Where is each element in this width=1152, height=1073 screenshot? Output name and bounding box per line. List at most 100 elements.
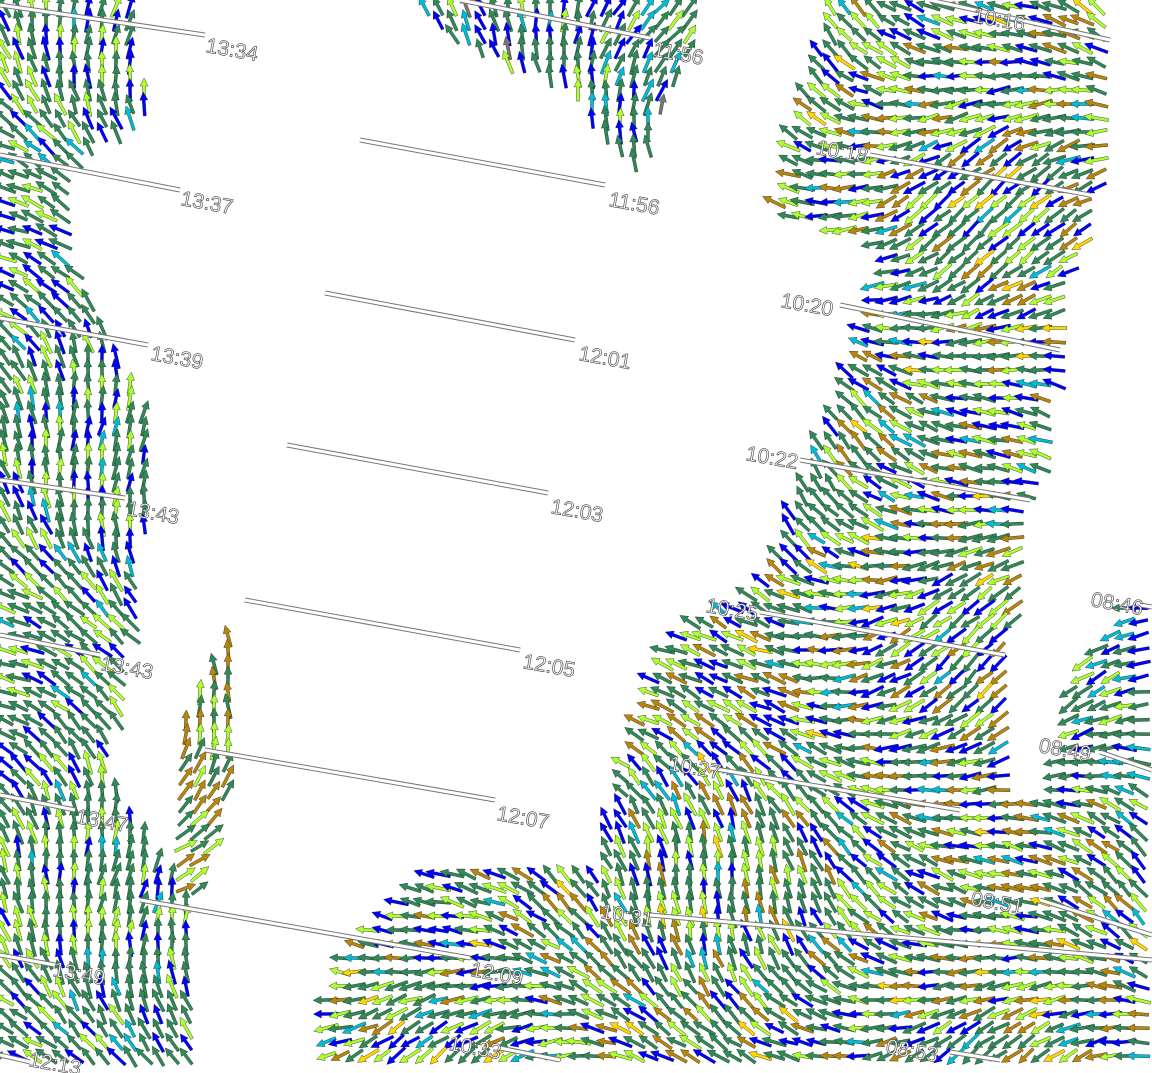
wind-arrow: [642, 134, 654, 158]
wind-arrow: [445, 23, 461, 45]
time-label: 10:22: [744, 442, 800, 474]
wind-arrow: [37, 136, 56, 157]
wind-arrow: [1018, 207, 1035, 224]
wind-arrow: [1126, 1037, 1150, 1046]
wind-arrow: [545, 63, 554, 89]
time-label: 12:01: [577, 342, 633, 374]
time-label: 13:43: [99, 652, 155, 684]
wind-arrow: [1085, 167, 1107, 180]
wind-arrow: [558, 63, 568, 89]
vector-field-canvas: 13:3413:3713:3913:4313:4313:4713:4912:13…: [0, 0, 1152, 1073]
track-line: [324, 291, 576, 342]
wind-arrow: [838, 0, 852, 16]
wind-arrow: [948, 654, 965, 673]
wind-arrow: [1040, 323, 1067, 333]
wind-arrow: [1125, 1051, 1151, 1061]
wind-arrow: [1127, 782, 1150, 799]
wind-arrow: [820, 936, 841, 953]
wind-arrow: [1001, 545, 1024, 558]
wind-arrow: [1002, 573, 1023, 586]
wind-arrow: [809, 39, 824, 58]
wind-arrow: [1041, 337, 1067, 347]
time-label: 08:49: [1037, 734, 1093, 766]
wind-arrow: [10, 359, 27, 382]
wind-arrow: [569, 935, 588, 954]
wind-arrow: [53, 543, 68, 562]
time-label: 12:13: [27, 1048, 83, 1073]
wind-vector-map: 13:34 13:37 13:39 13:43 13:43 13:47 13:49 12:13…: [0, 0, 1152, 1073]
time-label: 13:43: [125, 497, 181, 529]
wind-arrow: [1126, 1023, 1150, 1033]
track-line: [359, 138, 606, 187]
wind-arrow: [418, 0, 431, 17]
wind-arrow: [654, 740, 671, 757]
track-line: [286, 443, 549, 495]
wind-arrow: [836, 26, 853, 43]
wind-arrow: [1126, 1009, 1149, 1019]
wind-arrow: [139, 91, 149, 117]
wind-arrow: [11, 528, 26, 549]
wind-arrow: [1042, 351, 1066, 361]
time-label: 13:39: [149, 342, 205, 374]
wind-arrow: [1000, 519, 1024, 529]
wind-arrow: [1125, 729, 1150, 739]
wind-arrow: [836, 12, 853, 29]
wind-arrow: [948, 669, 965, 686]
time-label: 10:31: [599, 900, 655, 932]
time-label: 10:20: [779, 289, 835, 321]
wind-arrow: [1125, 770, 1151, 781]
time-label: 11:56: [607, 188, 661, 220]
wind-arrow: [135, 1047, 154, 1066]
wind-arrow: [1084, 127, 1108, 137]
wind-arrow: [517, 50, 527, 74]
wind-arrow: [615, 134, 625, 158]
wind-arrow: [51, 1021, 70, 1036]
wind-arrow: [68, 1018, 81, 1039]
wind-arrow: [38, 572, 55, 589]
wind-arrow: [1125, 994, 1152, 1005]
wind-arrow: [836, 852, 853, 869]
wind-arrow: [1083, 112, 1109, 122]
time-label: 13:47: [74, 805, 130, 837]
wind-arrow: [1117, 879, 1132, 898]
wind-arrow: [766, 558, 783, 575]
wind-arrow: [628, 147, 639, 173]
wind-arrow: [947, 250, 966, 264]
wind-arrow: [794, 82, 811, 99]
wind-arrow: [80, 1020, 97, 1037]
wind-arrow: [0, 531, 12, 547]
wind-arrow: [81, 1046, 96, 1066]
wind-arrow: [976, 654, 993, 673]
time-label: 12:07: [495, 802, 551, 834]
time-label: 12:03: [549, 495, 605, 527]
wind-arrow: [836, 404, 853, 421]
wind-arrow: [837, 836, 852, 857]
time-label: 10:18: [814, 136, 870, 168]
wind-arrow: [611, 0, 627, 16]
wind-arrow: [95, 683, 110, 702]
wind-arrow: [766, 544, 783, 561]
wind-arrow: [0, 81, 13, 101]
time-label: 08:46: [1089, 588, 1145, 620]
wind-arrow: [1083, 98, 1109, 109]
wind-arrow: [96, 1018, 109, 1038]
wind-arrow: [1083, 142, 1109, 151]
wind-arrow: [1042, 365, 1066, 375]
wind-arrow: [1127, 673, 1150, 683]
wind-arrow: [974, 670, 994, 685]
time-label: 12:05: [521, 650, 577, 682]
wind-arrow: [36, 711, 57, 730]
time-label: 13:37: [179, 187, 235, 219]
wind-arrow: [610, 756, 631, 769]
wind-arrow: [587, 107, 597, 129]
wind-arrow: [1125, 659, 1151, 670]
wind-arrow: [585, 864, 600, 884]
wind-arrow: [47, 238, 73, 251]
wind-arrow: [766, 963, 783, 981]
wind-arrow: [190, 881, 209, 896]
time-label: 13:34: [204, 34, 260, 66]
wind-arrow: [878, 908, 895, 925]
wind-arrow: [625, 947, 644, 969]
track-line: [204, 748, 496, 802]
wind-arrow: [989, 683, 1008, 700]
